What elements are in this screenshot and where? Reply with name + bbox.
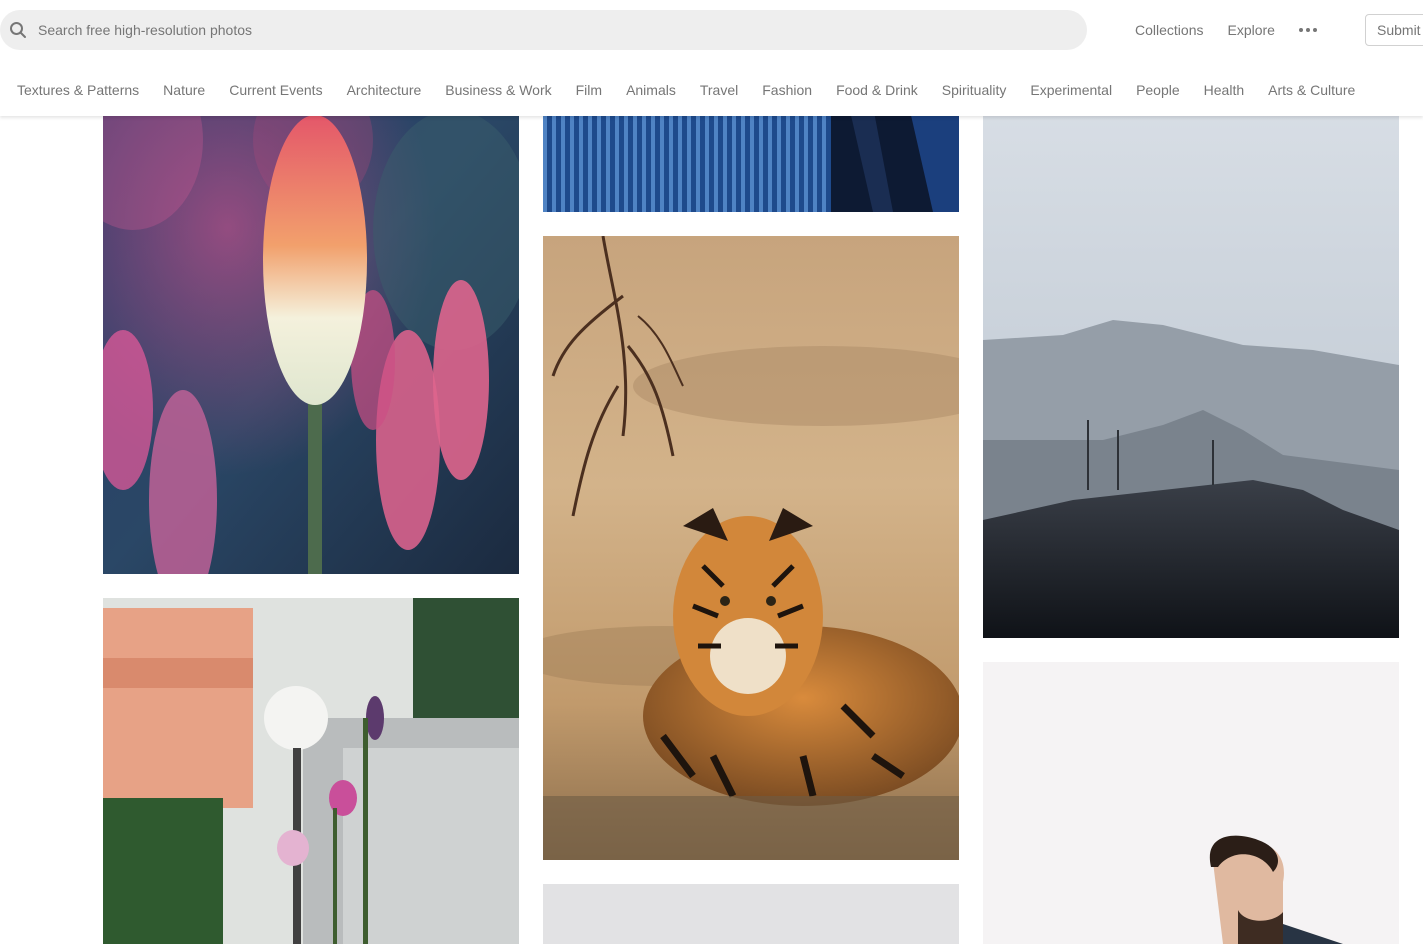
nav-link-explore[interactable]: Explore xyxy=(1227,22,1274,38)
category-arts-culture[interactable]: Arts & Culture xyxy=(1268,82,1355,98)
photo-placeholder[interactable] xyxy=(543,884,959,944)
submit-photo-button[interactable]: Submit xyxy=(1365,14,1423,46)
nav-link-collections[interactable]: Collections xyxy=(1135,22,1203,38)
top-nav: Collections Explore xyxy=(1135,10,1317,50)
category-architecture[interactable]: Architecture xyxy=(347,82,422,98)
search-bar[interactable] xyxy=(0,10,1087,50)
more-options-icon[interactable] xyxy=(1298,20,1317,40)
category-spirituality[interactable]: Spirituality xyxy=(942,82,1007,98)
category-travel[interactable]: Travel xyxy=(700,82,738,98)
category-nature[interactable]: Nature xyxy=(163,82,205,98)
photo-man-portrait[interactable] xyxy=(983,662,1399,944)
category-current-events[interactable]: Current Events xyxy=(229,82,322,98)
category-people[interactable]: People xyxy=(1136,82,1180,98)
photo-flowers[interactable] xyxy=(103,80,519,574)
category-nav: Textures & Patterns Nature Current Event… xyxy=(17,78,1379,102)
category-animals[interactable]: Animals xyxy=(626,82,676,98)
category-food-drink[interactable]: Food & Drink xyxy=(836,82,918,98)
category-health[interactable]: Health xyxy=(1204,82,1244,98)
category-business-work[interactable]: Business & Work xyxy=(445,82,551,98)
category-film[interactable]: Film xyxy=(576,82,602,98)
photo-mountains[interactable] xyxy=(983,80,1399,638)
header: Collections Explore Submit Textures & Pa… xyxy=(0,0,1423,116)
photo-bouquet[interactable] xyxy=(103,598,519,944)
category-fashion[interactable]: Fashion xyxy=(762,82,812,98)
category-textures-patterns[interactable]: Textures & Patterns xyxy=(17,82,139,98)
search-icon xyxy=(10,22,26,38)
search-input[interactable] xyxy=(38,10,1068,50)
category-experimental[interactable]: Experimental xyxy=(1030,82,1112,98)
photo-tiger[interactable] xyxy=(543,236,959,860)
